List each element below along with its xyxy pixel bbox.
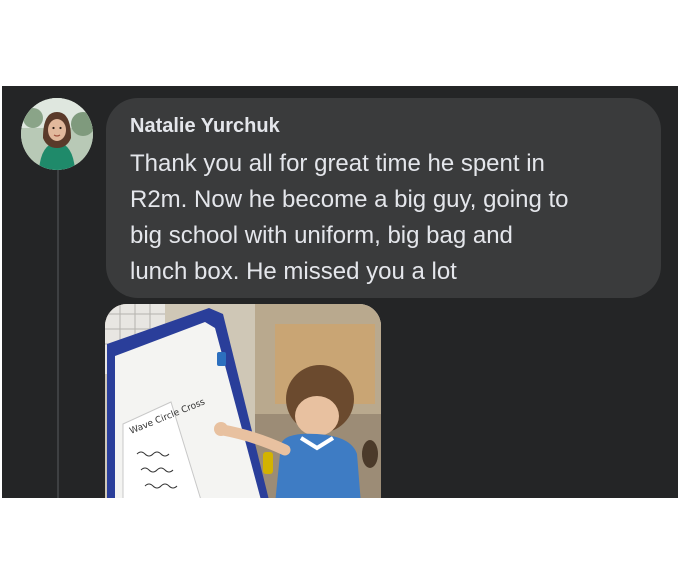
thread-line: [57, 170, 59, 498]
photo-child-at-whiteboard: Wave Circle Cross: [105, 304, 381, 498]
comment-line: big school with uniform, big bag and: [130, 222, 513, 249]
comment-line: R2m. Now he become a big guy, going to: [130, 186, 569, 213]
comment-author[interactable]: Natalie Yurchuk: [130, 112, 637, 140]
comment-bubble: Natalie Yurchuk Thank you all for great …: [106, 98, 661, 298]
comment-thread: Natalie Yurchuk Thank you all for great …: [2, 86, 678, 498]
comment-photo[interactable]: Wave Circle Cross: [105, 304, 381, 498]
avatar-image: [21, 98, 93, 170]
avatar[interactable]: [21, 98, 93, 170]
comment-text: Thank you all for great time he spent in…: [130, 146, 637, 290]
comment-line: Thank you all for great time he spent in: [130, 150, 545, 177]
comment-line: lunch box. He missed you a lot: [130, 258, 457, 285]
